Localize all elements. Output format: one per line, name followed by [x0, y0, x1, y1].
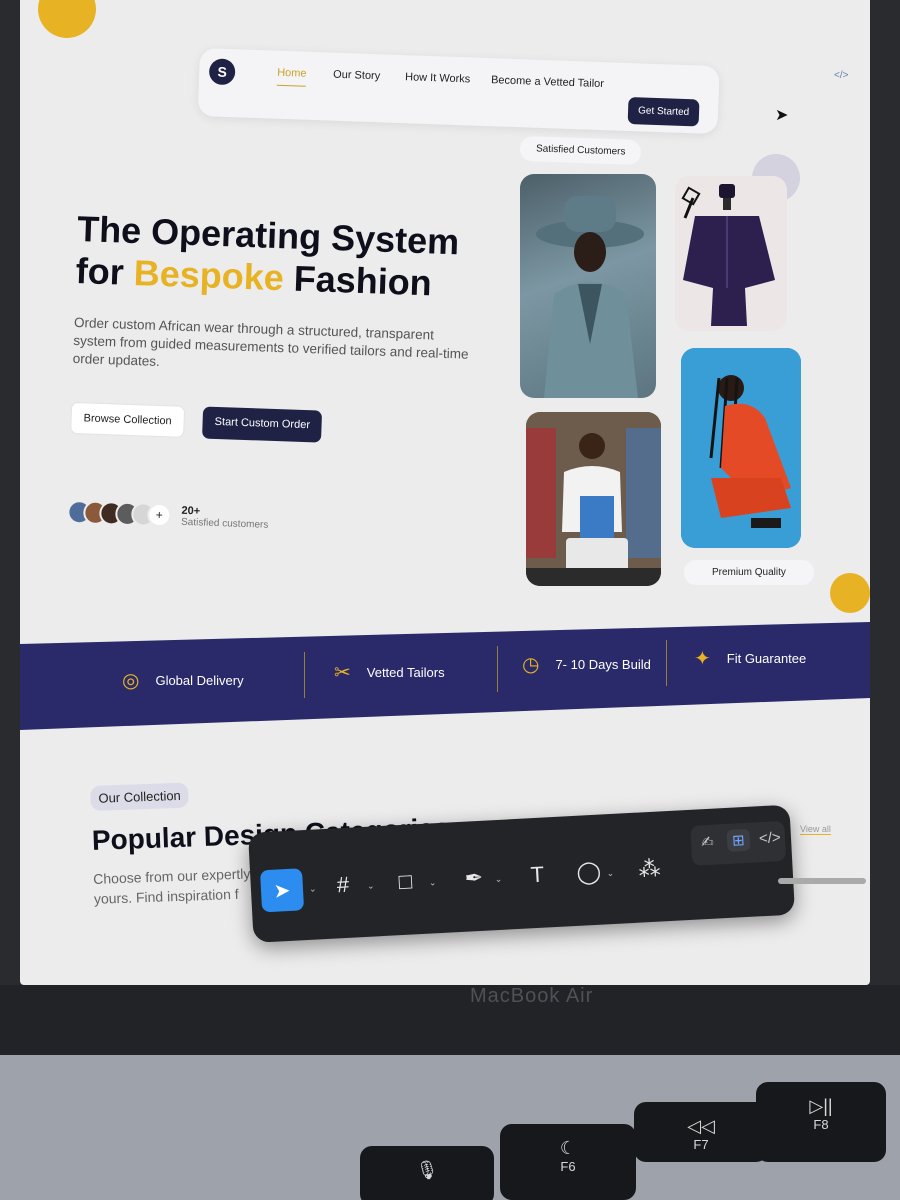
comment-tool-icon[interactable]: ◯	[576, 859, 602, 886]
feature-divider	[666, 640, 667, 686]
components-icon[interactable]: ⁂	[638, 855, 661, 882]
decor-yellow-circle-right	[830, 573, 870, 613]
customer-label: Satisfied customers	[180, 516, 269, 531]
feature-label: Vetted Tailors	[366, 665, 445, 680]
feature-label: Global Delivery	[155, 673, 244, 688]
sparkle-icon: ✦	[694, 648, 711, 670]
photo-woman-in-hat-and-coat	[520, 174, 656, 398]
laptop-brand-label: MacBook Air	[470, 985, 594, 1007]
key-dictation[interactable]: 🎙	[360, 1146, 494, 1200]
hero-title-end: Fashion	[293, 257, 433, 304]
customer-stats: 20+ Satisfied customers	[181, 504, 269, 530]
mouse-cursor-icon: ➤	[775, 107, 789, 124]
start-custom-order-button[interactable]: Start Custom Order	[202, 406, 323, 443]
nav-link-how-it-works[interactable]: How It Works	[405, 71, 471, 85]
scissors-icon: ✂	[334, 662, 351, 684]
draw-mode-icon[interactable]: ✍	[701, 833, 714, 852]
mode-switcher: ✍ ⊞ </>	[690, 820, 787, 866]
premium-quality-tag: Premium Quality	[684, 560, 814, 585]
chevron-down-icon[interactable]: ⌄	[494, 874, 502, 885]
feature-divider	[304, 652, 305, 698]
feature-vetted-tailors: ✂ Vetted Tailors	[334, 660, 445, 685]
dev-mode-icon[interactable]: </>	[759, 829, 782, 847]
plus-icon[interactable]: +	[146, 502, 172, 528]
nav-link-our-story[interactable]: Our Story	[333, 69, 380, 83]
feature-global-delivery: ◎ Global Delivery	[122, 668, 244, 693]
get-started-button[interactable]: Get Started	[627, 96, 700, 127]
photo-robe-on-mannequin	[675, 176, 787, 331]
play-pause-icon: ▷||	[809, 1096, 833, 1116]
collection-chip: Our Collection	[90, 782, 190, 811]
hero-title-for: for	[75, 249, 125, 293]
nav-link-home[interactable]: Home	[276, 66, 307, 87]
move-tool-button[interactable]: ➤	[259, 868, 305, 913]
key-label: F8	[813, 1117, 829, 1132]
nav-link-become-tailor[interactable]: Become a Vetted Tailor	[491, 74, 604, 90]
feature-build-time: ◷ 7- 10 Days Build	[522, 652, 651, 677]
hero-description: Order custom African wear through a stru…	[72, 314, 469, 369]
chevron-down-icon[interactable]: ⌄	[606, 868, 614, 879]
scrollbar[interactable]	[778, 878, 866, 884]
chevron-down-icon[interactable]: ⌄	[309, 883, 317, 894]
key-f8[interactable]: ▷|| F8	[756, 1082, 886, 1162]
pen-tool-icon[interactable]: ✒	[464, 865, 484, 892]
key-label: F6	[560, 1159, 576, 1174]
feature-divider	[497, 646, 498, 692]
microphone-icon: 🎙	[415, 1160, 439, 1180]
hero-section: The Operating System for Bespoke Fashion…	[66, 208, 498, 538]
clock-icon: ◷	[522, 654, 540, 676]
key-f6[interactable]: ☾ F6	[500, 1124, 636, 1200]
globe-icon: ◎	[122, 670, 140, 692]
frame-tool-icon[interactable]: #	[336, 872, 350, 899]
brand-logo[interactable]: S	[208, 58, 236, 86]
hero-buttons: Browse Collection Start Custom Order	[70, 401, 491, 449]
feature-fit-guarantee: ✦ Fit Guarantee	[694, 646, 806, 671]
chevron-down-icon[interactable]: ⌄	[367, 880, 375, 891]
rewind-icon: ◁◁	[687, 1116, 715, 1136]
photo-tailor-at-sewing-machine	[526, 412, 661, 586]
text-tool-icon[interactable]: T	[530, 862, 545, 889]
moon-icon: ☾	[559, 1138, 577, 1158]
key-f7[interactable]: ◁◁ F7	[634, 1102, 768, 1162]
hero-title-accent: Bespoke	[133, 251, 285, 299]
decor-yellow-circle	[38, 0, 96, 38]
laptop-chin	[0, 985, 900, 1055]
feature-label: 7- 10 Days Build	[555, 657, 651, 672]
browse-collection-button[interactable]: Browse Collection	[70, 401, 186, 438]
satisfied-customers-tag: Satisfied Customers	[519, 135, 642, 166]
view-all-link[interactable]: View all	[800, 824, 831, 835]
hero-title: The Operating System for Bespoke Fashion	[75, 208, 498, 307]
chevron-down-icon[interactable]: ⌄	[429, 877, 437, 888]
photo-woman-in-red-suit	[681, 348, 801, 548]
code-view-icon[interactable]: </>	[834, 70, 848, 81]
design-mode-icon[interactable]: ⊞	[726, 828, 751, 852]
feature-label: Fit Guarantee	[726, 651, 807, 666]
rectangle-tool-icon[interactable]: □	[398, 868, 413, 895]
key-label: F7	[693, 1137, 709, 1152]
